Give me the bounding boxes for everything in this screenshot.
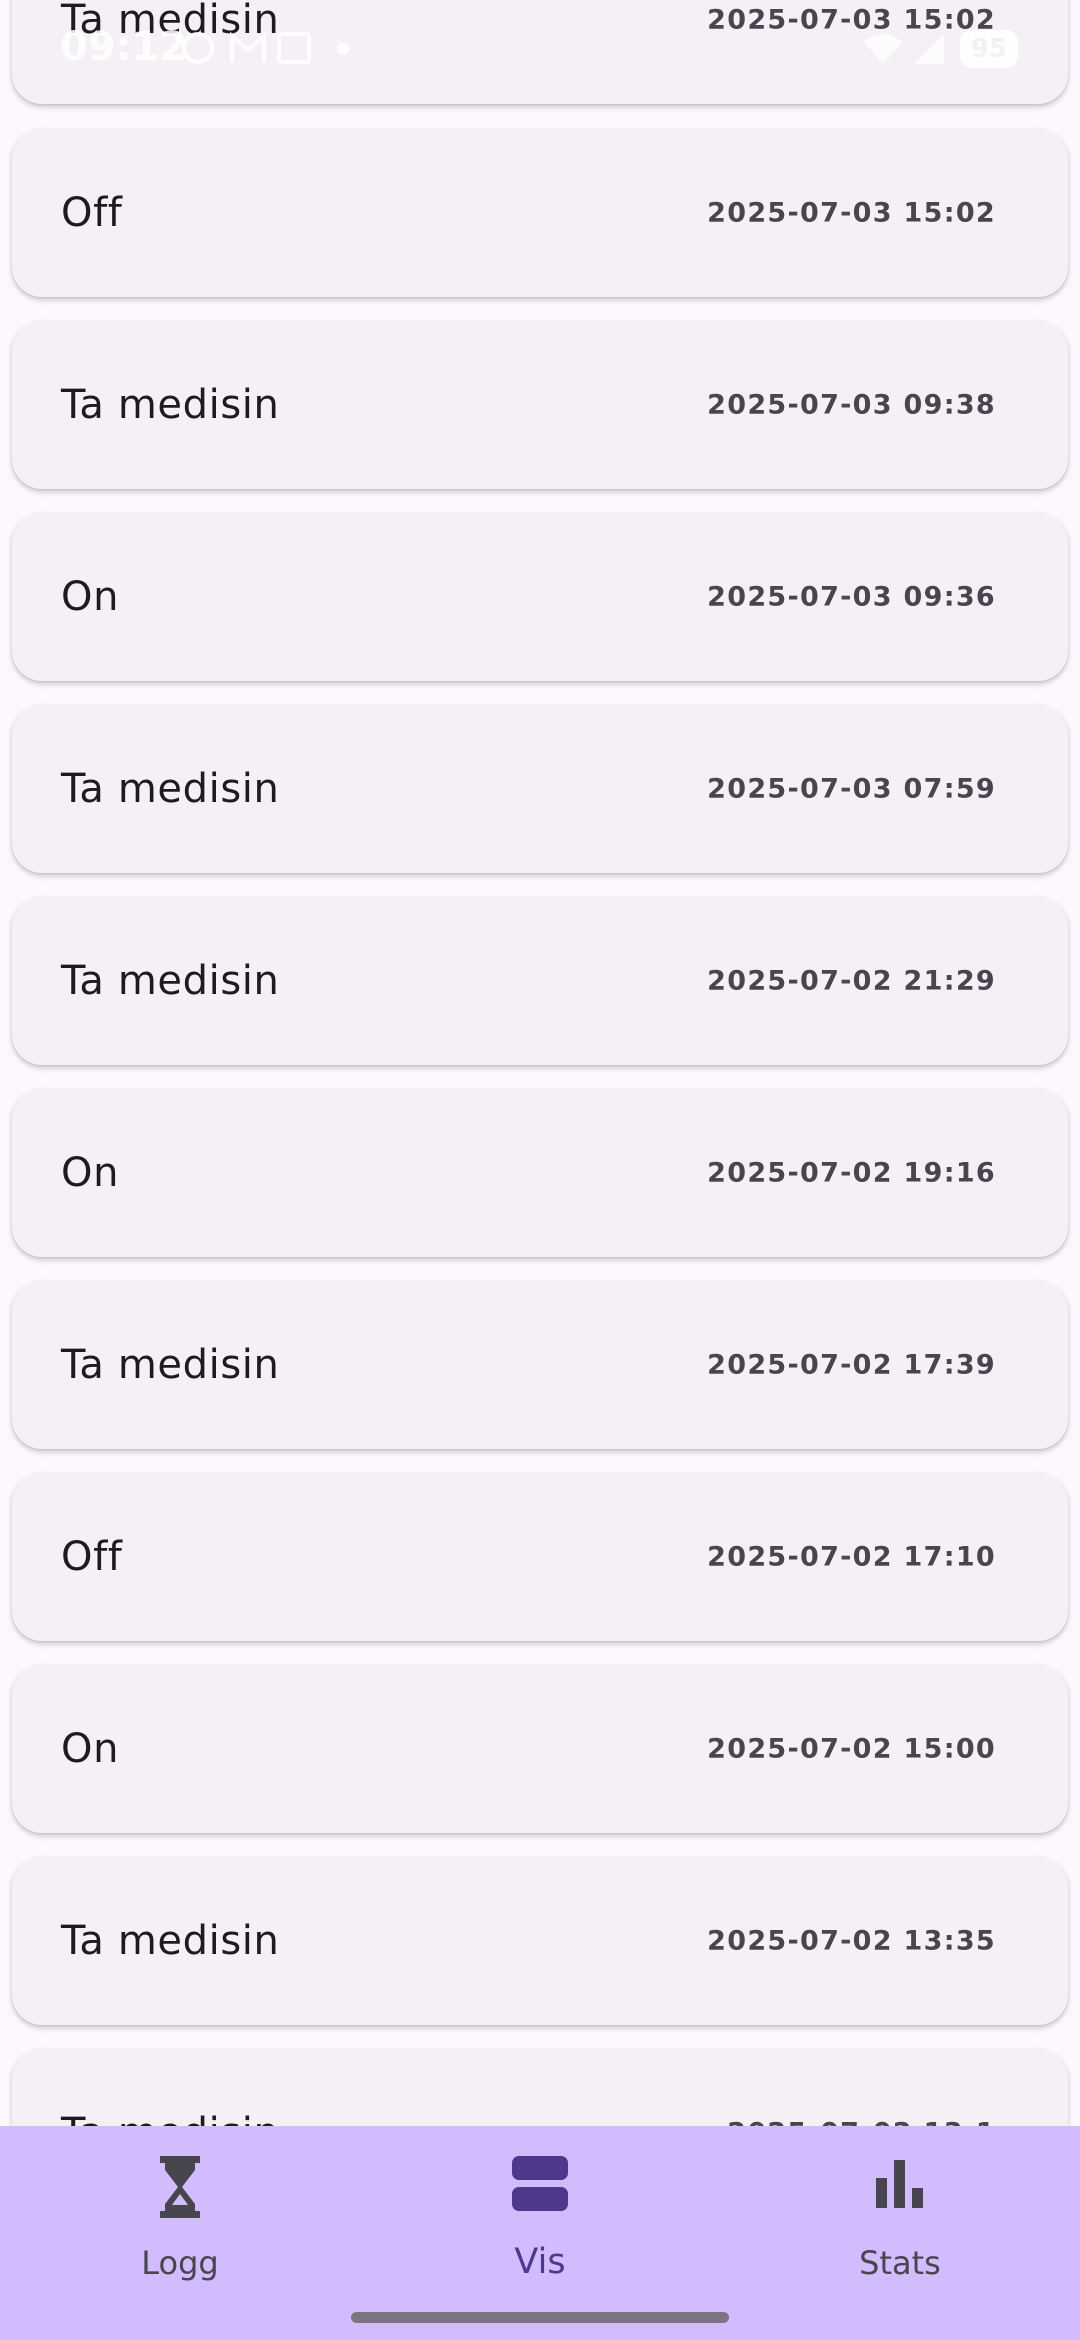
entry-label: Ta medisin	[61, 958, 280, 1004]
view-list-icon	[512, 2156, 568, 2211]
entry-label: Ta medisin	[61, 2110, 279, 2126]
entry-timestamp: 2025-07-02 19:16	[707, 1157, 996, 1189]
bar-chart-icon	[876, 2160, 923, 2208]
entry-label: Off	[61, 1534, 123, 1580]
bottom-navigation: Logg Vis Stats	[0, 2126, 1080, 2340]
log-entry-card[interactable]: On 2025-07-02 15:00	[12, 1665, 1068, 1833]
hourglass-icon	[160, 2156, 200, 2218]
home-indicator[interactable]	[351, 2312, 729, 2323]
nav-label-stats: Stats	[859, 2244, 941, 2282]
entry-label: On	[61, 574, 120, 620]
log-entry-card[interactable]: Ta medisin 2025-07-02 17:39	[12, 1281, 1068, 1449]
entry-timestamp: 2025-07-02 17:10	[707, 1541, 996, 1573]
log-entry-card[interactable]: Ta medisin 2025-07-03 07:59	[12, 705, 1068, 873]
log-entry-card[interactable]: On 2025-07-02 19:16	[12, 1089, 1068, 1257]
entry-timestamp: 2025-07-03 09:38	[707, 389, 996, 421]
entry-label: On	[61, 1150, 120, 1196]
nav-item-logg[interactable]: Logg	[60, 2126, 300, 2340]
entry-label: Ta medisin	[61, 0, 280, 43]
entry-label: On	[61, 1726, 120, 1772]
entry-timestamp: 2025-07-03 15:02	[707, 4, 996, 36]
log-entry-card[interactable]: On 2025-07-03 09:36	[12, 513, 1068, 681]
log-entry-card[interactable]: Ta medisin 2025-07-03 09:38	[12, 321, 1068, 489]
nav-item-stats[interactable]: Stats	[780, 2126, 1020, 2340]
entry-label: Ta medisin	[61, 382, 280, 428]
entry-label: Ta medisin	[61, 1918, 280, 1964]
entry-timestamp: 2025-07-02 13:35	[707, 1925, 996, 1957]
entry-timestamp: 2025-07-03 15:02	[707, 197, 996, 229]
nav-label-vis: Vis	[514, 2242, 566, 2282]
log-entry-card[interactable]: Ta medisin 2025-07-02 13:1	[12, 2049, 1068, 2126]
log-entry-card[interactable]: Off 2025-07-03 15:02	[12, 129, 1068, 297]
entry-label: Ta medisin	[61, 766, 280, 812]
entry-timestamp: 2025-07-02 21:29	[707, 965, 996, 997]
log-entry-card[interactable]: Ta medisin 2025-07-03 15:02	[12, 0, 1068, 104]
log-list[interactable]: Ta medisin 2025-07-03 15:02 Off 2025-07-…	[0, 0, 1080, 2126]
log-entry-card[interactable]: Ta medisin 2025-07-02 21:29	[12, 897, 1068, 1065]
entry-timestamp: 2025-07-02 13:1	[727, 2118, 996, 2127]
entry-timestamp: 2025-07-02 15:00	[707, 1733, 996, 1765]
entry-label: Ta medisin	[61, 1342, 280, 1388]
entry-timestamp: 2025-07-02 17:39	[707, 1349, 996, 1381]
entry-label: Off	[61, 190, 123, 236]
nav-label-logg: Logg	[141, 2244, 219, 2282]
log-entry-card[interactable]: Ta medisin 2025-07-02 13:35	[12, 1857, 1068, 2025]
log-entry-card[interactable]: Off 2025-07-02 17:10	[12, 1473, 1068, 1641]
nav-item-vis[interactable]: Vis	[420, 2126, 660, 2340]
entry-timestamp: 2025-07-03 09:36	[707, 581, 996, 613]
entry-timestamp: 2025-07-03 07:59	[707, 773, 996, 805]
